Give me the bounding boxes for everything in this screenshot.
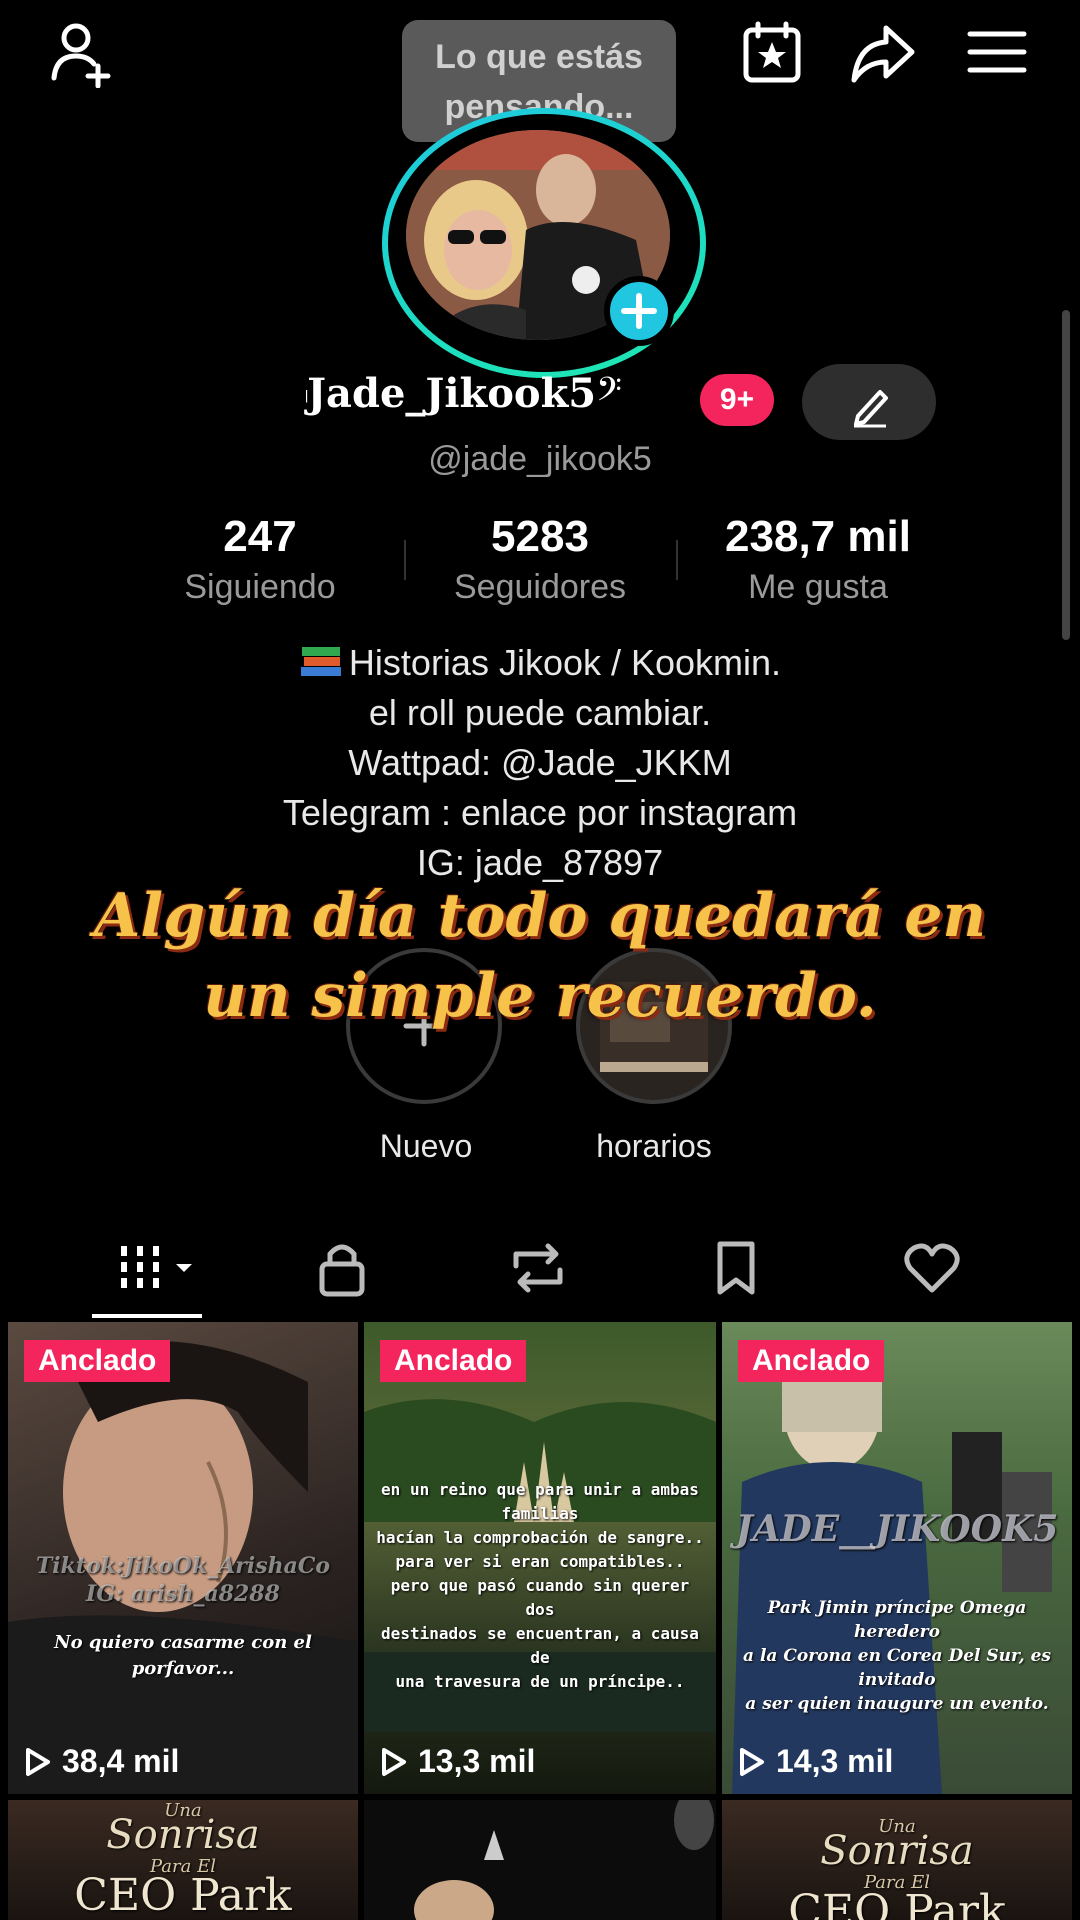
play-icon	[740, 1747, 764, 1776]
edit-profile-button[interactable]	[802, 364, 936, 440]
video-tile[interactable]: Anclado JADE__JIKOOK5 Park Jimin príncip…	[722, 1322, 1072, 1794]
pinned-badge: Anclado	[738, 1340, 885, 1382]
likes-count: 238,7 mil	[725, 512, 911, 561]
view-count: 38,4 mil	[24, 1743, 179, 1780]
book-title-script: Sonrisa	[106, 1812, 260, 1858]
video-caption: en un reino que para unir a ambas famili…	[376, 1480, 704, 1691]
followers-count: 5283	[491, 512, 589, 561]
following-count: 247	[223, 512, 297, 561]
lock-icon[interactable]	[310, 1236, 374, 1300]
add-story-button[interactable]	[604, 276, 674, 346]
book-title-main: CEO Park	[74, 1870, 292, 1920]
videos-grid-tab-icon[interactable]	[114, 1236, 192, 1300]
view-count: 13,3 mil	[380, 1743, 535, 1780]
active-tab-indicator	[92, 1314, 202, 1318]
video-tile[interactable]: Anclado en un reino que para unir a amba…	[364, 1322, 716, 1794]
video-tile[interactable]: Una Sonrisa Para El CEO Park	[8, 1800, 358, 1920]
menu-icon[interactable]	[962, 18, 1032, 88]
stat-following[interactable]: 247 Siguiendo	[140, 512, 380, 607]
video-tile[interactable]	[364, 1800, 716, 1920]
likes-label: Me gusta	[748, 568, 888, 606]
stat-divider	[404, 540, 406, 580]
video-tile[interactable]: Una Sonrisa Para El CEO Park	[722, 1800, 1072, 1920]
bio-line: Historias Jikook / Kookmin.	[0, 642, 1080, 684]
display-name: 𝆠Jade_Jikook5𝄢	[306, 370, 622, 417]
share-icon[interactable]	[848, 18, 918, 88]
play-icon	[26, 1747, 50, 1776]
pinned-badge: Anclado	[24, 1340, 171, 1382]
bookmark-icon[interactable]	[704, 1236, 768, 1300]
video-tile[interactable]: Anclado Tiktok:JikoOk_ArishaCo IG: arish…	[8, 1322, 358, 1794]
add-friend-icon[interactable]	[46, 18, 116, 89]
highlight-label: horarios	[596, 1128, 712, 1164]
bio-line: el roll puede cambiar.	[368, 692, 712, 733]
watermark-text: JADE__JIKOOK5	[735, 1508, 1059, 1550]
book-title-main: CEO Park	[788, 1886, 1006, 1920]
repost-icon[interactable]	[506, 1236, 570, 1300]
following-label: Siguiendo	[184, 568, 336, 606]
video-caption: Park Jimin príncipe Omega heredero a la …	[743, 1598, 1051, 1714]
video-overlay-caption: Algún día todo quedará en un simple recu…	[93, 881, 987, 1031]
video-caption: No quiero casarme con el porfavor...	[54, 1632, 312, 1679]
bio-line: Telegram : enlace por instagram	[282, 792, 798, 833]
play-icon	[382, 1747, 406, 1776]
book-title-script: Sonrisa	[820, 1828, 974, 1874]
stat-likes[interactable]: 238,7 mil Me gusta	[698, 512, 938, 607]
notification-badge[interactable]: 9+	[700, 374, 774, 426]
highlight-label: Nuevo	[379, 1128, 473, 1164]
calendar-star-icon[interactable]	[738, 18, 808, 88]
stat-divider	[676, 540, 678, 580]
pinned-badge: Anclado	[380, 1340, 527, 1382]
heart-icon[interactable]	[900, 1236, 964, 1300]
view-count: 14,3 mil	[738, 1743, 893, 1780]
bio-line: Wattpad: @Jade_JKKM	[348, 742, 732, 783]
stat-followers[interactable]: 5283 Seguidores	[420, 512, 660, 607]
scrollbar[interactable]	[1062, 310, 1070, 640]
followers-label: Seguidores	[453, 568, 626, 606]
books-icon	[299, 643, 343, 679]
watermark-text: Tiktok:JikoOk_ArishaCo IG: arish_a8288	[35, 1553, 331, 1607]
username-handle: @jade_jikook5	[428, 440, 652, 478]
